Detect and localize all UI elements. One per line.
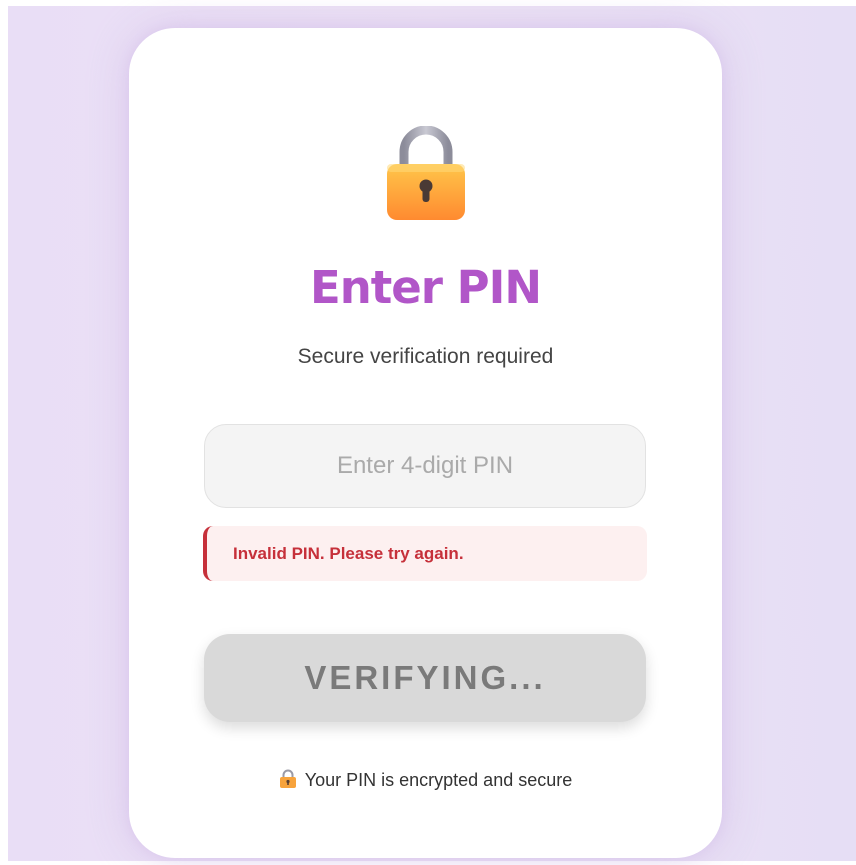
- page-title: Enter PIN: [309, 261, 542, 314]
- lock-icon: [387, 126, 465, 220]
- error-alert: Invalid PIN. Please try again.: [203, 526, 647, 581]
- page-subtitle: Secure verification required: [297, 345, 554, 368]
- pin-input[interactable]: [204, 424, 646, 508]
- security-note: Your PIN is encrypted and secure: [129, 768, 722, 792]
- pin-card: Enter PIN Secure verification required I…: [129, 28, 722, 858]
- security-note-text: Your PIN is encrypted and secure: [304, 770, 573, 790]
- verify-button[interactable]: VERIFYING...: [204, 634, 646, 722]
- error-message: Invalid PIN. Please try again.: [233, 544, 464, 563]
- lock-icon: [279, 769, 296, 788]
- page-background: Enter PIN Secure verification required I…: [8, 6, 856, 861]
